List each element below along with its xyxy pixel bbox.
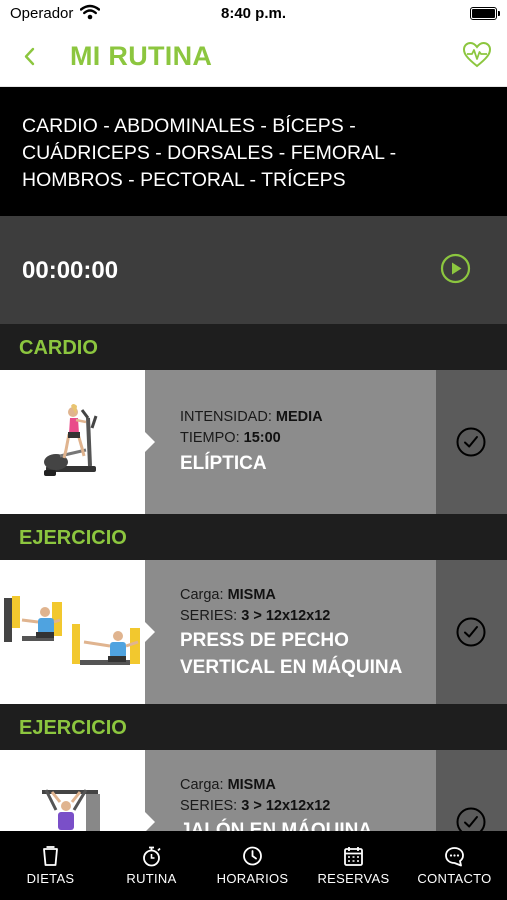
section-title: CARDIO xyxy=(19,337,98,359)
load-label: Carga: xyxy=(180,587,224,603)
tab-horarios[interactable]: HORARIOS xyxy=(202,831,303,900)
section-title: EJERCICIO xyxy=(19,527,127,549)
navigation-bar: MI RUTINA xyxy=(0,28,507,87)
timer-display: 00:00:00 xyxy=(22,257,119,284)
load-value: MISMA xyxy=(227,777,276,793)
check-circle-icon xyxy=(456,427,486,457)
muscle-groups-text: CARDIO - ABDOMINALES - BÍCEPS - CUÁDRICE… xyxy=(0,87,507,216)
back-button[interactable] xyxy=(20,42,40,77)
tab-bar: DIETAS RUTINA HORARIOS RESERVAS CONTACTO xyxy=(0,831,507,900)
exercise-info: INTENSIDAD: MEDIA TIEMPO: 15:00 ELÍPTICA xyxy=(144,370,436,514)
play-icon xyxy=(440,253,471,284)
play-button[interactable] xyxy=(440,253,471,289)
exercise-card[interactable]: INTENSIDAD: MEDIA TIEMPO: 15:00 ELÍPTICA xyxy=(0,370,507,514)
series-label: SERIES: xyxy=(180,608,238,624)
elliptical-machine-photo xyxy=(0,370,145,514)
exercise-info: Carga: MISMA SERIES: 3 > 12x12x12 PRESS … xyxy=(144,560,436,704)
time-value: 15:00 xyxy=(243,430,281,446)
stopwatch-icon xyxy=(143,846,161,867)
series-label: SERIES: xyxy=(180,798,238,814)
clock-icon xyxy=(243,846,262,866)
load-value: MISMA xyxy=(227,587,276,603)
heart-rate-button[interactable] xyxy=(462,40,492,75)
timer-bar: 00:00:00 xyxy=(0,216,507,324)
tab-label: HORARIOS xyxy=(216,871,289,886)
series-value: 3 > 12x12x12 xyxy=(241,608,331,624)
tab-dietas[interactable]: DIETAS xyxy=(0,831,101,900)
section-header: EJERCICIO xyxy=(0,514,507,560)
section-header: EJERCICIO xyxy=(0,704,507,750)
load-label: Carga: xyxy=(180,777,224,793)
check-circle-icon xyxy=(456,617,486,647)
tab-label: RUTINA xyxy=(126,871,177,886)
intensity-label: INTENSIDAD: xyxy=(180,409,272,425)
exercise-card[interactable]: Carga: MISMA SERIES: 3 > 12x12x12 PRESS … xyxy=(0,560,507,704)
section-header: CARDIO xyxy=(0,324,507,370)
cup-icon xyxy=(43,846,58,866)
clock-time: 8:40 p.m. xyxy=(220,5,287,22)
heart-pulse-icon xyxy=(462,41,492,68)
chat-icon xyxy=(445,847,464,867)
intensity-value: MEDIA xyxy=(275,409,323,425)
tab-label: RESERVAS xyxy=(317,871,390,886)
tab-contacto[interactable]: CONTACTO xyxy=(404,831,505,900)
chevron-left-icon xyxy=(24,47,35,66)
tab-label: CONTACTO xyxy=(417,871,492,886)
complete-toggle[interactable] xyxy=(436,370,507,514)
section-title: EJERCICIO xyxy=(19,717,127,739)
exercise-name: ELÍPTICA xyxy=(180,453,267,474)
exercise-name: PRESS DE PECHO VERTICAL EN MÁQUINA xyxy=(180,630,403,678)
time-label: TIEMPO: xyxy=(180,430,240,446)
series-value: 3 > 12x12x12 xyxy=(241,798,331,814)
chest-press-photo xyxy=(0,560,145,704)
complete-toggle[interactable] xyxy=(436,560,507,704)
page-title: MI RUTINA xyxy=(70,41,213,71)
tab-rutina[interactable]: RUTINA xyxy=(101,831,202,900)
status-bar: Operador 8:40 p.m. xyxy=(0,0,507,28)
calendar-icon xyxy=(344,847,363,866)
battery-icon xyxy=(470,7,500,20)
tab-label: DIETAS xyxy=(26,871,75,886)
tab-reservas[interactable]: RESERVAS xyxy=(303,831,404,900)
